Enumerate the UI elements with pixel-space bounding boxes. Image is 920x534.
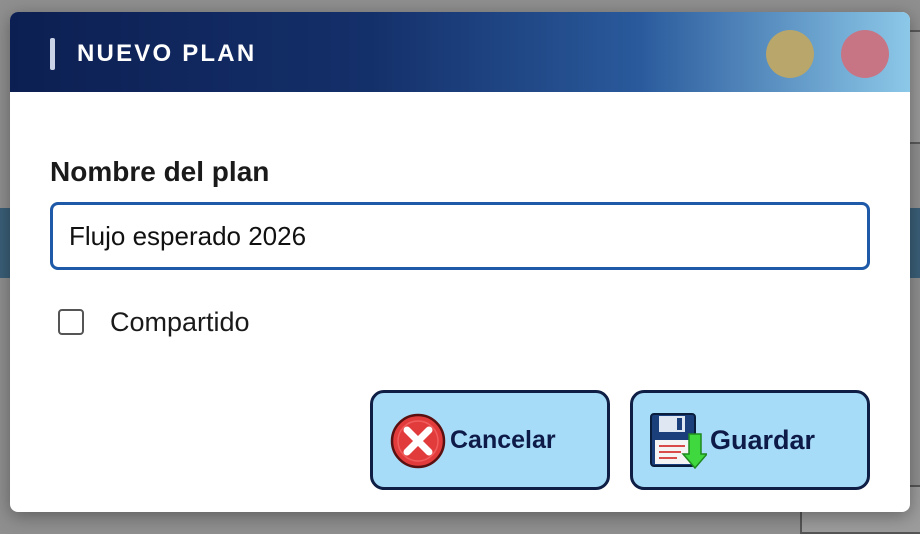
cancel-button[interactable]: Cancelar — [370, 390, 610, 490]
close-button[interactable] — [841, 30, 889, 78]
shared-checkbox-label[interactable]: Compartido — [110, 304, 250, 340]
dialog-titlebar: NUEVO PLAN — [10, 12, 910, 92]
floppy-disk-save-icon — [650, 413, 707, 470]
plan-name-label: Nombre del plan — [50, 156, 270, 187]
save-button[interactable]: Guardar — [630, 390, 870, 490]
cancel-label: Cancelar — [450, 426, 556, 454]
plan-name-input[interactable] — [50, 202, 870, 270]
dialog-title: NUEVO PLAN — [77, 40, 257, 67]
shared-checkbox[interactable] — [58, 309, 84, 335]
save-label: Guardar — [710, 425, 816, 455]
cancel-x-icon — [390, 413, 446, 469]
title-accent-bar — [50, 38, 55, 70]
new-plan-dialog: NUEVO PLAN Nombre del plan Compartido Ca… — [10, 12, 910, 512]
minimize-button[interactable] — [766, 30, 814, 78]
